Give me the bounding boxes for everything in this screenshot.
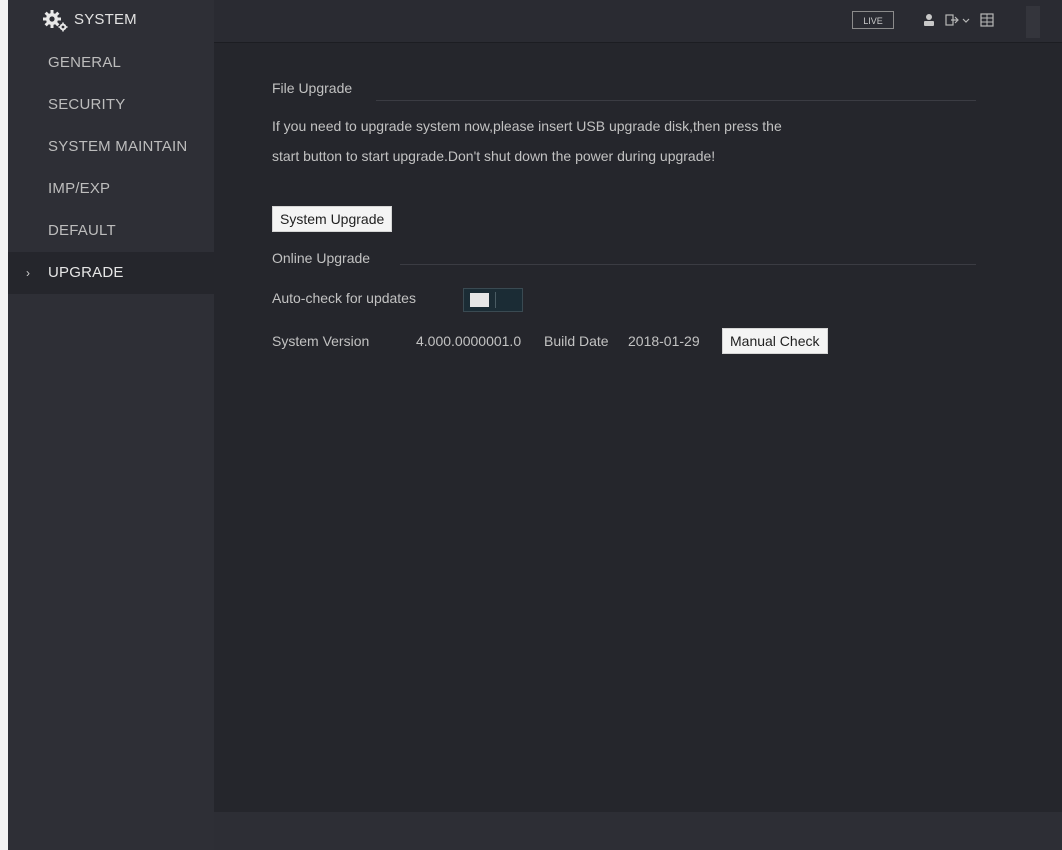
upgrade-description-line2: start button to start upgrade.Don't shut…	[272, 148, 716, 164]
sidebar-item-security[interactable]: SECURITY	[8, 84, 214, 126]
logout-icon[interactable]	[945, 11, 973, 29]
sidebar-item-general[interactable]: GENERAL	[8, 42, 214, 84]
sidebar-item-label: GENERAL	[48, 54, 122, 71]
topbar-edge-panel	[1026, 6, 1040, 38]
upgrade-description-line1: If you need to upgrade system now,please…	[272, 118, 782, 134]
online-upgrade-heading: Online Upgrade	[272, 250, 371, 266]
toggle-knob	[470, 293, 489, 307]
page-title: SYSTEM	[74, 11, 137, 28]
chevron-right-icon: ›	[26, 266, 31, 280]
sidebar: GENERAL SECURITY SYSTEM MAINTAIN IMP/EXP…	[8, 42, 214, 850]
section-divider	[400, 264, 976, 265]
top-bar: SYSTEM LIVE	[8, 0, 1062, 43]
sidebar-item-label: SECURITY	[48, 96, 126, 113]
title-area: SYSTEM	[8, 0, 214, 42]
sidebar-item-system-maintain[interactable]: SYSTEM MAINTAIN	[8, 126, 214, 168]
sidebar-item-imp-exp[interactable]: IMP/EXP	[8, 168, 214, 210]
build-date-label: Build Date	[544, 333, 609, 349]
system-upgrade-button[interactable]: System Upgrade	[272, 206, 393, 232]
auto-check-label: Auto-check for updates	[272, 290, 416, 306]
sidebar-item-upgrade[interactable]: › UPGRADE	[8, 252, 214, 294]
app-window: SYSTEM LIVE GENERAL SECURITY SYSTEM MAIN…	[8, 0, 1062, 850]
system-version-label: System Version	[272, 333, 370, 349]
auto-check-toggle[interactable]	[463, 288, 523, 312]
build-date-value: 2018-01-29	[628, 333, 700, 349]
sidebar-item-label: SYSTEM MAINTAIN	[48, 138, 188, 155]
sidebar-item-label: DEFAULT	[48, 222, 116, 239]
section-divider	[376, 100, 976, 101]
footer-bar	[214, 812, 1062, 850]
menu-icon[interactable]	[980, 11, 994, 29]
system-version-value: 4.000.0000001.0	[416, 333, 522, 349]
sidebar-item-label: IMP/EXP	[48, 180, 111, 197]
manual-check-button[interactable]: Manual Check	[722, 328, 828, 354]
toggle-separator	[495, 292, 496, 308]
file-upgrade-heading: File Upgrade	[272, 80, 353, 96]
user-icon[interactable]	[924, 11, 934, 29]
live-button[interactable]: LIVE	[852, 11, 894, 29]
main-panel: File Upgrade If you need to upgrade syst…	[214, 42, 1062, 812]
sidebar-item-default[interactable]: DEFAULT	[8, 210, 214, 252]
sidebar-item-label: UPGRADE	[48, 264, 124, 281]
gear-icon	[43, 10, 68, 32]
